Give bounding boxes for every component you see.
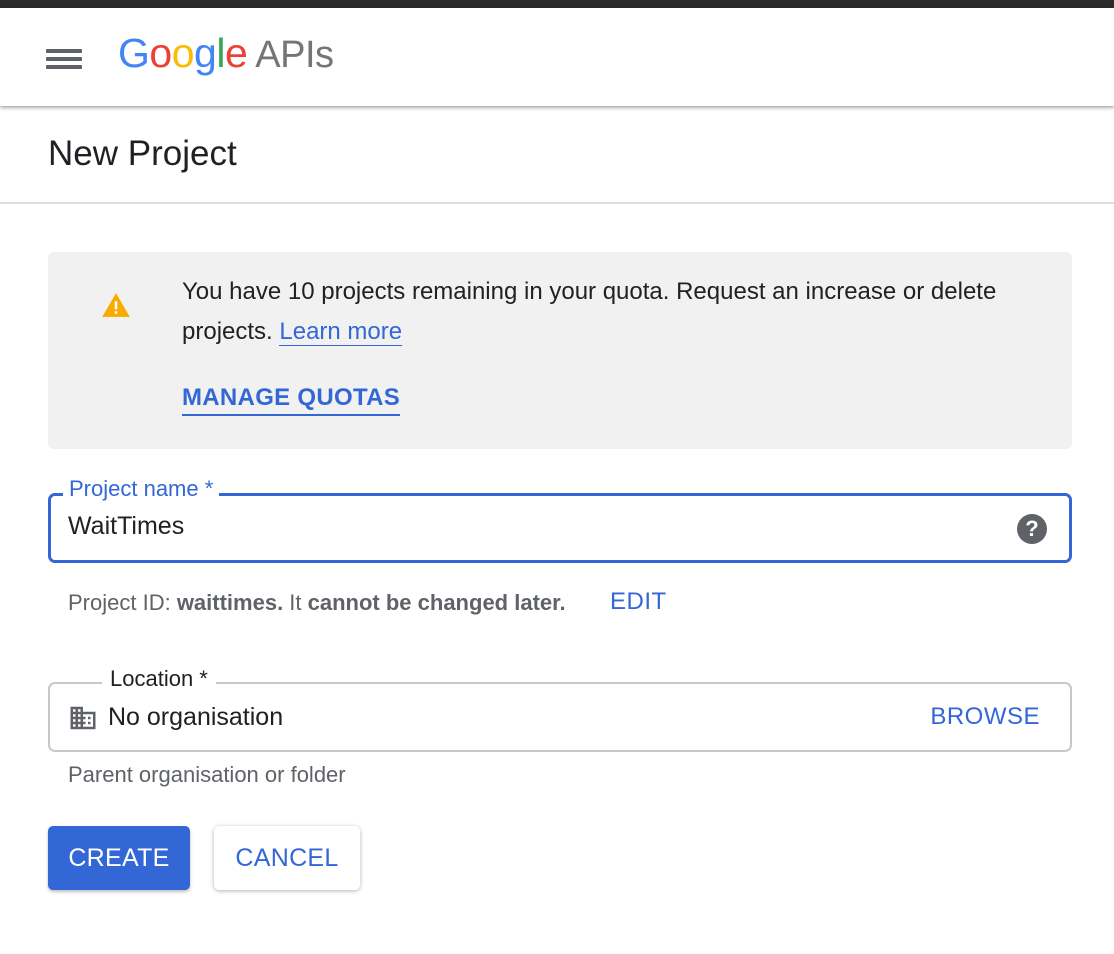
project-id-warning: cannot be changed later.	[307, 590, 566, 615]
create-button[interactable]: CREATE	[48, 826, 190, 890]
project-id-middle: It	[283, 590, 308, 615]
location-label: Location *	[102, 666, 216, 692]
location-helper-text: Parent organisation or folder	[68, 762, 346, 787]
quota-notice: You have 10 projects remaining in your q…	[48, 252, 1072, 449]
warning-icon	[102, 293, 130, 317]
browse-button[interactable]: BROWSE	[930, 703, 1040, 731]
edit-project-id-button[interactable]: EDIT	[610, 588, 667, 616]
google-apis-logo[interactable]: Google APIs	[118, 30, 334, 77]
hamburger-menu-icon[interactable]	[38, 38, 90, 80]
apis-wordmark: APIs	[255, 34, 334, 76]
project-name-label: Project name *	[63, 476, 220, 502]
location-field[interactable]: Location * No organisation BROWSE	[48, 666, 1072, 752]
logo-letter: G	[118, 30, 150, 76]
logo-letter: o	[171, 30, 195, 76]
logo-letter: l	[216, 30, 225, 76]
project-id-prefix: Project ID:	[68, 590, 177, 615]
project-id-info: Project ID: waittimes. It cannot be chan…	[68, 590, 566, 616]
logo-letter: g	[194, 30, 217, 76]
page-title: New Project	[48, 134, 237, 173]
app-header: Google APIs	[0, 8, 1114, 106]
logo-letter: o	[149, 30, 172, 76]
project-name-input[interactable]: WaitTimes	[68, 512, 184, 541]
google-wordmark: Google	[118, 30, 248, 76]
project-name-field[interactable]: Project name * WaitTimes ?	[48, 476, 1072, 563]
cancel-button[interactable]: CANCEL	[214, 826, 360, 890]
manage-quotas-link[interactable]: MANAGE QUOTAS	[182, 382, 401, 416]
building-icon	[70, 706, 96, 730]
window-top-strip	[0, 0, 1114, 8]
divider	[0, 202, 1114, 204]
location-value: No organisation	[108, 703, 284, 731]
logo-letter: e	[224, 30, 248, 76]
learn-more-link[interactable]: Learn more	[279, 318, 403, 346]
quota-message: You have 10 projects remaining in your q…	[182, 272, 1042, 352]
help-icon[interactable]: ?	[1017, 514, 1047, 544]
project-id-value: waittimes.	[176, 590, 284, 615]
